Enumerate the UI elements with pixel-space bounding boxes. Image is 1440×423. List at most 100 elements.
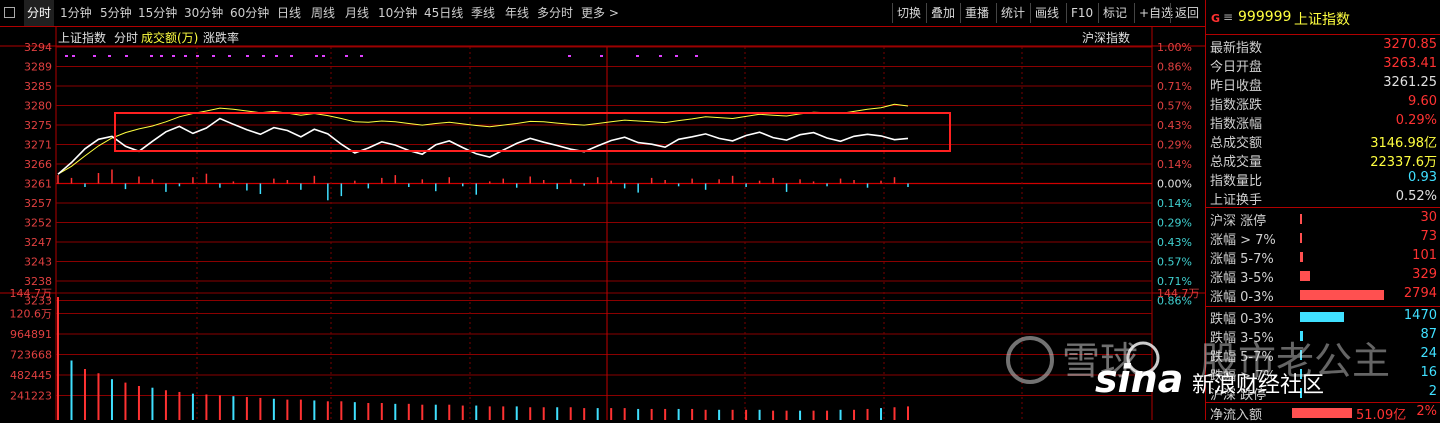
signal-dot [600, 55, 603, 57]
quote-row: 总成交额 3146.98亿 [1206, 132, 1440, 151]
quote-row: 上证换手 0.52% [1206, 189, 1440, 208]
toolbar-button[interactable]: 统计 [996, 3, 1029, 23]
period-tab[interactable]: 60分钟 [230, 0, 269, 26]
signal-dot [675, 55, 678, 57]
quote-label: 今日开盘 [1210, 60, 1263, 75]
volume-label: 成交额(万) [141, 30, 198, 45]
period-tab[interactable]: 多分时 [537, 0, 573, 26]
period-tab[interactable]: 分时 [24, 0, 55, 26]
breadth-row: 跌幅 5-7% 24 [1206, 346, 1440, 365]
breadth-bar [1300, 331, 1303, 341]
period-tab[interactable]: 30分钟 [184, 0, 223, 26]
price-tick: 3280 [24, 100, 52, 113]
price-tick: 3247 [24, 236, 52, 249]
breadth-row: 涨幅 3-5% 329 [1206, 267, 1440, 286]
breadth-value: 73 [1420, 229, 1437, 244]
price-tick: 3271 [24, 139, 52, 152]
period-tab[interactable]: 年线 [505, 0, 529, 26]
volume-tick: 723668 [10, 349, 52, 362]
pct-tick: 1.00% [1157, 41, 1192, 54]
price-tick: 3294 [24, 41, 52, 54]
signal-dot [275, 55, 278, 57]
price-tick: 3243 [24, 256, 52, 269]
price-tick: 3289 [24, 61, 52, 74]
quote-label: 上证换手 [1210, 193, 1263, 208]
period-toolbar: 分时 1分钟 5分钟 15分钟 30分钟 60分钟 日线 周线 月线 10分钟 45日线 季线 年线 多分… [0, 0, 1205, 27]
net-inflow-pct: 2% [1416, 404, 1437, 419]
signal-dot [659, 55, 662, 57]
security-code: 999999 [1238, 9, 1292, 25]
signal-dot [172, 55, 175, 57]
toolbar-button[interactable]: 返回 [1170, 3, 1203, 23]
breadth-bar [1300, 233, 1303, 243]
chart-title: 上证指数 [58, 30, 106, 45]
toolbar-button[interactable]: 画线 [1030, 3, 1063, 23]
chart-canvas[interactable]: 上证指数 分时 成交额(万) 涨跌率 沪深指数 3294 1.00% 3289 0.86% 328… [0, 27, 1205, 420]
breadth-row: 沪深 涨停 30 [1206, 210, 1440, 229]
quote-value: 22337.6万 [1370, 155, 1437, 170]
quote-value: 3146.98亿 [1370, 136, 1437, 151]
quote-value: 0.52% [1395, 189, 1437, 204]
signal-dot [108, 55, 111, 57]
signal-dot [695, 55, 698, 57]
price-tick: 3285 [24, 80, 52, 93]
volume-tick: 964891 [10, 328, 52, 341]
pct-tick: 0.71% [1157, 80, 1192, 93]
intraday-chart[interactable]: 上证指数 分时 成交额(万) 涨跌率 沪深指数 3294 1.00% 3289 0.86% 328… [0, 27, 1205, 420]
period-tab[interactable]: 月线 [345, 0, 369, 26]
security-name: 上证指数 [1294, 12, 1350, 28]
quote-value: 9.60 [1408, 94, 1437, 109]
breadth-label: 沪深 涨停 [1210, 214, 1267, 229]
signal-dot [72, 55, 75, 57]
signal-dot [212, 55, 215, 57]
period-tab[interactable]: 1分钟 [60, 0, 92, 26]
pct-tick: 0.29% [1157, 217, 1192, 230]
breadth-label: 涨幅 0-3% [1210, 290, 1274, 305]
net-inflow-row: 净流入额 51.09亿 2% [1206, 404, 1440, 423]
quote-header: G ≡ 999999 上证指数 [1206, 0, 1440, 35]
signal-dot [246, 55, 249, 57]
quote-value: 3261.25 [1383, 75, 1437, 90]
breadth-label: 涨幅 3-5% [1210, 271, 1274, 286]
period-tab[interactable]: 45日线 [424, 0, 463, 26]
breadth-row: 跌幅 3-5% 87 [1206, 327, 1440, 346]
quote-row: 昨日收盘 3261.25 [1206, 75, 1440, 94]
window-icon[interactable] [4, 7, 15, 18]
toolbar-button[interactable]: 叠加 [926, 3, 959, 23]
price-tick: 3252 [24, 217, 52, 230]
period-tab[interactable]: 15分钟 [138, 0, 177, 26]
toolbar-button[interactable]: 标记 [1098, 3, 1131, 23]
signal-dot [196, 55, 199, 57]
quote-value: 3270.85 [1383, 37, 1437, 52]
menu-icon[interactable]: ≡ [1223, 10, 1233, 24]
period-tab[interactable]: 季线 [471, 0, 495, 26]
quote-row: 指数量比 0.93 [1206, 170, 1440, 189]
toolbar-button[interactable]: 重播 [960, 3, 993, 23]
breadth-value: 2794 [1403, 286, 1437, 301]
highlight-box [114, 112, 951, 152]
breadth-bar [1300, 271, 1310, 281]
breadth-label: 跌幅 0-3% [1210, 312, 1274, 327]
toolbar-button[interactable]: F10 [1066, 3, 1097, 23]
breadth-row: 跌幅 > 7% 16 [1206, 365, 1440, 384]
volume-tick: 241223 [10, 390, 52, 403]
quote-label: 指数涨幅 [1210, 117, 1263, 132]
volume-tick-right: 144.7万 [1157, 287, 1200, 300]
period-tab[interactable]: 更多 > [581, 0, 619, 26]
quote-row: 指数涨跌 9.60 [1206, 94, 1440, 113]
quote-row: 最新指数 3270.85 [1206, 37, 1440, 56]
pct-tick: 0.57% [1157, 256, 1192, 269]
period-tab[interactable]: 5分钟 [100, 0, 132, 26]
breadth-bar [1300, 252, 1304, 262]
breadth-row: 涨幅 > 7% 73 [1206, 229, 1440, 248]
signal-dot [125, 55, 128, 57]
quote-value: 3263.41 [1383, 56, 1437, 71]
period-tab[interactable]: 周线 [311, 0, 335, 26]
period-tab[interactable]: 日线 [277, 0, 301, 26]
group-badge[interactable]: G [1211, 12, 1220, 25]
price-line [57, 117, 909, 175]
chart-mode: 分时 [114, 31, 138, 45]
period-tab[interactable]: 10分钟 [378, 0, 417, 26]
breadth-bar [1300, 290, 1384, 300]
toolbar-button[interactable]: 切换 [892, 3, 925, 23]
